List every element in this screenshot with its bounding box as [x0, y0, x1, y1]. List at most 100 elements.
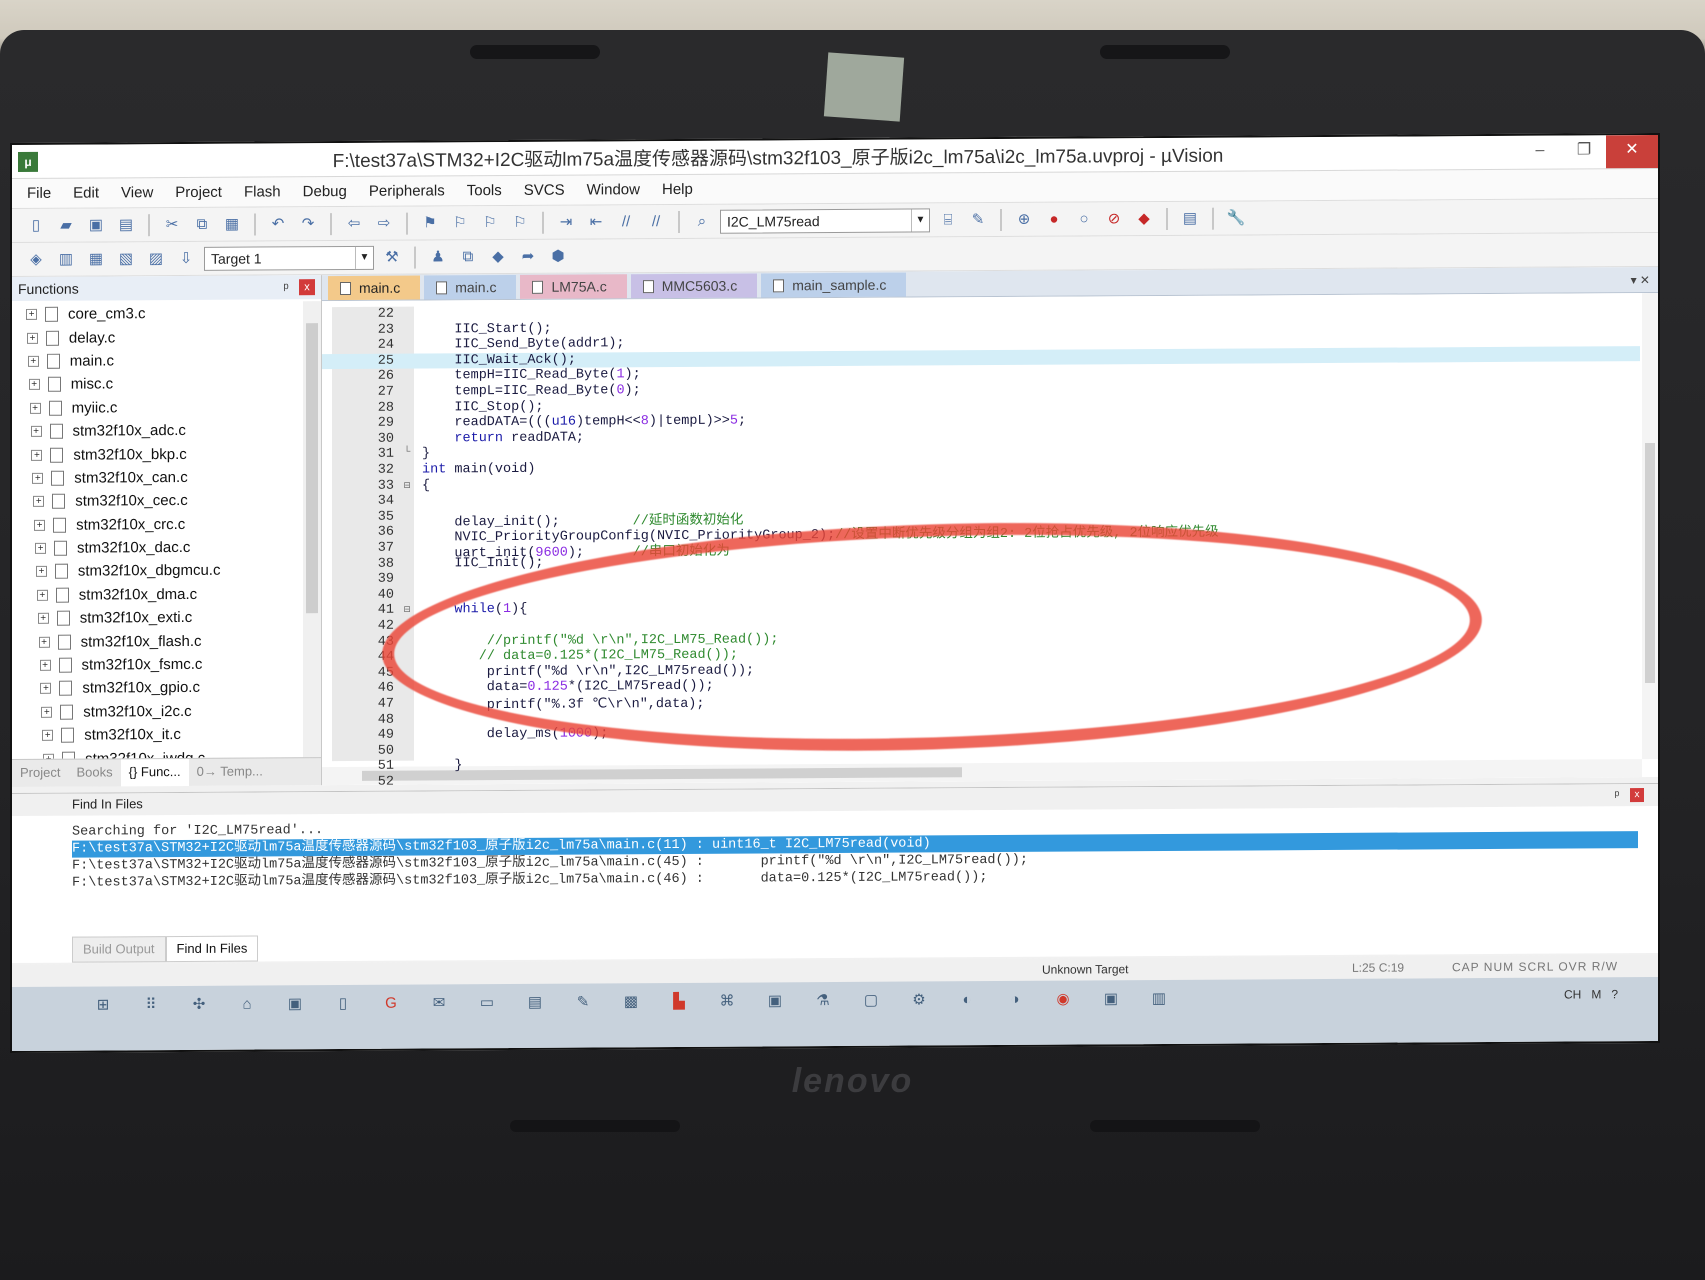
start-icon[interactable]: ⊞ [92, 994, 114, 1016]
incremental-find-icon[interactable]: ✎ [966, 209, 990, 231]
indent-icon[interactable]: ⇥ [554, 211, 578, 233]
tray-item[interactable]: M [1591, 987, 1601, 1001]
expand-icon[interactable]: + [33, 496, 45, 508]
redo-icon[interactable]: ↷ [296, 213, 320, 235]
tree-item[interactable]: + stm32f10x_dma.c [12, 582, 303, 607]
menu-item-file[interactable]: File [16, 185, 62, 202]
pdf-task-icon[interactable]: ▤ [524, 992, 546, 1014]
tree-item[interactable]: + stm32f10x_dbgmcu.c [12, 559, 303, 584]
notepad-task-icon[interactable]: ▥ [1148, 988, 1170, 1010]
unindent-icon[interactable]: ⇤ [584, 211, 608, 233]
apps-grid-icon[interactable]: ⠿ [140, 994, 162, 1016]
tree-item[interactable]: + core_cm3.c [12, 301, 303, 326]
target-combo[interactable]: Target 1 ▼ [204, 245, 374, 271]
close-button[interactable]: ✕ [1606, 134, 1658, 169]
menu-item-window[interactable]: Window [576, 181, 651, 198]
editor-tab[interactable]: LM75A.c [520, 274, 627, 299]
expand-icon[interactable]: + [30, 425, 42, 438]
undo-icon[interactable]: ↶ [266, 213, 290, 235]
expand-icon[interactable]: + [35, 566, 47, 578]
functions-scrollbar[interactable] [303, 301, 321, 758]
batch-build-icon[interactable]: ▧ [114, 248, 138, 270]
expand-icon[interactable]: + [37, 613, 49, 625]
tree-item[interactable]: + myiic.c [12, 395, 303, 420]
open-folder-icon[interactable]: ▰ [54, 214, 78, 236]
download-icon[interactable]: ⇩ [174, 247, 198, 269]
expand-icon[interactable]: + [35, 542, 46, 554]
uvision-app-icon[interactable]: μ [18, 151, 38, 172]
output-tab[interactable]: Build Output [72, 936, 166, 963]
tree-item[interactable]: + stm32f10x_bkp.c [12, 442, 303, 467]
expand-icon[interactable]: + [36, 589, 48, 601]
find-in-files-icon[interactable]: ⌕ [690, 210, 714, 232]
new-file-icon[interactable]: ▯ [24, 214, 48, 236]
run-time-env-icon[interactable]: ➦ [516, 245, 540, 267]
expand-icon[interactable]: + [38, 636, 50, 648]
document-task-icon[interactable]: ▯ [332, 993, 354, 1015]
expand-icon[interactable]: + [26, 332, 38, 344]
panel-tab[interactable]: Books [68, 759, 120, 786]
expand-icon[interactable]: + [29, 402, 41, 414]
disable-breakpoint-icon[interactable]: ○ [1072, 208, 1096, 230]
tree-item[interactable]: + stm32f10x_exti.c [12, 605, 303, 630]
chart-task-icon[interactable]: ▙ [668, 991, 690, 1013]
pack-installer-icon[interactable]: ◆ [486, 245, 510, 267]
menu-item-tools[interactable]: Tools [456, 182, 513, 199]
pin-icon[interactable]: ᵖ [1608, 784, 1626, 806]
nav-forward-icon[interactable]: ⇨ [372, 212, 396, 234]
uvision-task-icon-2[interactable]: ▣ [764, 990, 786, 1012]
panel-tab[interactable]: Project [12, 760, 68, 787]
panel-tab[interactable]: {} Func... [120, 758, 189, 787]
tree-item[interactable]: + stm32f10x_it.c [12, 722, 303, 747]
tree-item[interactable]: + stm32f10x_flash.c [12, 629, 303, 654]
browser-task-icon[interactable]: G [380, 993, 402, 1015]
expand-icon[interactable]: + [34, 519, 46, 531]
configure-icon[interactable]: 🔧 [1224, 207, 1248, 229]
tree-item[interactable]: + stm32f10x_cec.c [12, 488, 303, 513]
target-options-icon[interactable]: ⚒ [380, 246, 404, 268]
minimize-button[interactable]: – [1518, 136, 1562, 169]
tree-item[interactable]: + stm32f10x_can.c [12, 465, 303, 490]
editor-tab[interactable]: main.c [328, 275, 421, 301]
fold-marker-icon[interactable]: ⊟ [402, 478, 412, 492]
menu-item-project[interactable]: Project [164, 184, 233, 201]
folder-task-icon[interactable]: ▭ [476, 992, 498, 1014]
rebuild-icon[interactable]: ▦ [84, 248, 108, 270]
chevron-down-icon[interactable]: ▼ [355, 246, 373, 269]
pen-task-icon[interactable]: ✎ [572, 991, 594, 1013]
expand-icon[interactable]: + [42, 729, 54, 742]
editor-tab[interactable]: main.c [424, 274, 517, 300]
save-icon[interactable]: ▣ [84, 214, 108, 236]
chevron-down-icon[interactable]: ▼ [911, 208, 929, 232]
close-icon[interactable]: x [299, 279, 315, 296]
expand-icon[interactable]: + [40, 683, 52, 695]
wechat-task-icon[interactable]: ◑ [1004, 989, 1026, 1011]
tray-item[interactable]: ? [1611, 987, 1618, 1001]
next-bookmark-icon[interactable]: ⚐ [478, 212, 502, 234]
comment-icon[interactable]: // [614, 211, 638, 233]
uvision-task-icon[interactable]: ▣ [284, 993, 306, 1015]
bookmark-icon[interactable]: ⚑ [418, 212, 442, 234]
clear-bookmarks-icon[interactable]: ⚐ [508, 211, 532, 233]
tree-item[interactable]: + delay.c [12, 325, 303, 350]
find-combo[interactable]: I2C_LM75read ▼ [720, 207, 930, 234]
paste-icon[interactable]: ▦ [220, 213, 244, 235]
close-icon[interactable]: x [1630, 788, 1644, 803]
restore-button[interactable]: ❐ [1562, 135, 1606, 168]
editor-tab[interactable]: main_sample.c [761, 272, 907, 298]
tool-task-icon[interactable]: ⚗ [812, 990, 834, 1012]
build-icon[interactable]: ▥ [54, 248, 78, 270]
find-icon[interactable]: ⌸ [936, 209, 960, 231]
menu-item-peripherals[interactable]: Peripherals [358, 182, 456, 200]
tree-item[interactable]: + main.c [12, 348, 303, 373]
disable-all-breakpoints-icon[interactable]: ◆ [1132, 208, 1156, 230]
menu-item-svcs[interactable]: SVCS [513, 182, 576, 199]
menu-item-view[interactable]: View [110, 184, 164, 201]
copy-icon[interactable]: ⧉ [190, 213, 214, 235]
cut-icon[interactable]: ✂ [160, 213, 184, 235]
expand-icon[interactable]: + [39, 659, 51, 671]
tree-item[interactable]: + stm32f10x_adc.c [12, 418, 303, 443]
fold-marker-icon[interactable]: └ [402, 447, 412, 459]
window-task-icon[interactable]: ▢ [860, 990, 882, 1012]
tree-item[interactable]: + stm32f10x_dac.c [12, 535, 303, 560]
